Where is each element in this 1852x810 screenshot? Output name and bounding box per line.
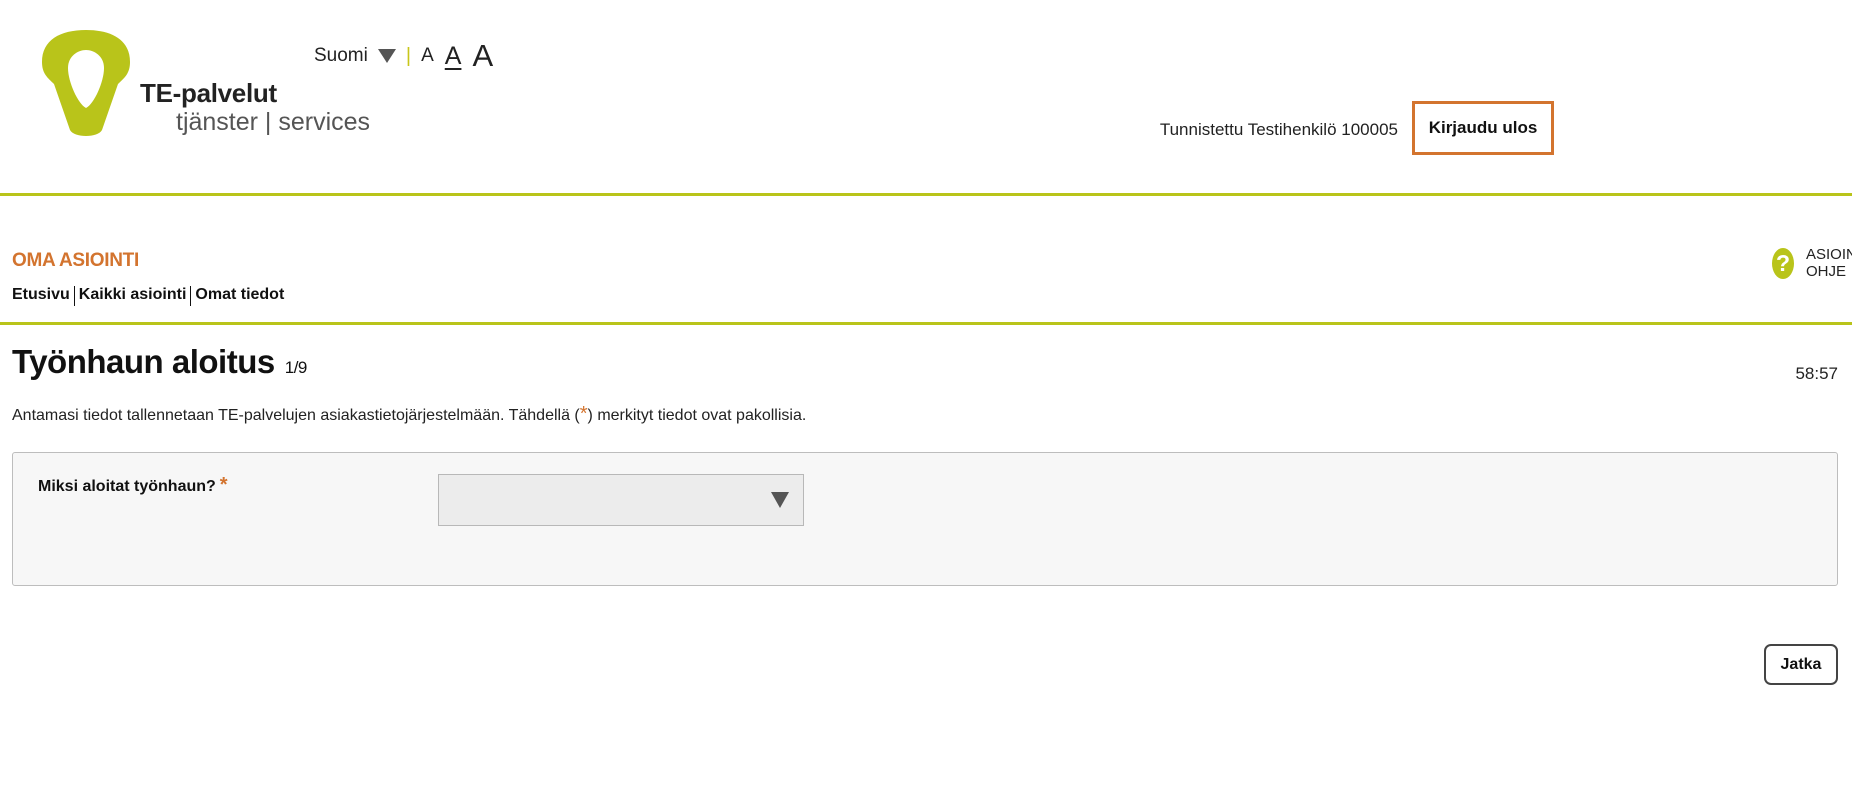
main-nav: Etusivu Kaikki asiointi Omat tiedot: [12, 286, 284, 306]
section-title: OMA ASIOINTI: [12, 250, 139, 271]
page-title: Työnhaun aloitus 1/9: [12, 343, 307, 381]
info-text-after: ) merkityt tiedot ovat pakollisia.: [587, 407, 807, 424]
identified-user-label: Tunnistettu Testihenkilö 100005: [1159, 120, 1398, 139]
required-asterisk: *: [579, 403, 588, 425]
chevron-down-icon: [771, 492, 789, 508]
brand-subtitle: tjänster | services: [176, 108, 371, 136]
required-asterisk: *: [219, 474, 228, 496]
nav-item-kaikki-asiointi[interactable]: Kaikki asiointi: [79, 286, 187, 306]
nav-divider-line: [0, 322, 1852, 325]
info-text-before: Antamasi tiedot tallennetaan TE-palveluj…: [12, 407, 580, 424]
font-size-small-button[interactable]: A: [421, 45, 434, 67]
nav-item-omat-tiedot[interactable]: Omat tiedot: [195, 286, 284, 306]
brand-name: TE-palvelut: [140, 78, 277, 108]
font-size-large-button[interactable]: A: [472, 38, 493, 74]
help-icon: ?: [1772, 247, 1794, 279]
page-title-text: Työnhaun aloitus: [12, 343, 275, 380]
step-indicator: 1/9: [284, 358, 308, 377]
question-label: Miksi aloitat työnhaun? *: [38, 474, 228, 497]
header-divider: [0, 193, 1852, 196]
divider: |: [405, 44, 412, 67]
nav-divider: [190, 286, 192, 306]
te-palvelut-logo-icon: [42, 30, 130, 136]
next-button[interactable]: Jatka: [1764, 644, 1838, 685]
logout-button[interactable]: Kirjaudu ulos: [1412, 101, 1554, 155]
font-size-medium-button[interactable]: A: [445, 42, 462, 71]
nav-item-etusivu[interactable]: Etusivu: [12, 286, 70, 306]
reason-select[interactable]: [438, 474, 804, 526]
language-select[interactable]: Suomi: [314, 45, 368, 67]
help-label: ASIOINNIN OHJE: [1805, 246, 1852, 280]
language-and-font-controls: Suomi | A A A: [314, 38, 493, 74]
question-text: Miksi aloitat työnhaun?: [38, 478, 216, 495]
form-panel: [12, 452, 1838, 586]
chevron-down-icon[interactable]: [377, 49, 396, 63]
help-link[interactable]: ? ASIOINNIN OHJE: [1772, 246, 1852, 280]
info-text: Antamasi tiedot tallennetaan TE-palveluj…: [12, 403, 806, 426]
session-timer: 58:57: [1795, 364, 1838, 383]
nav-divider: [73, 286, 75, 306]
